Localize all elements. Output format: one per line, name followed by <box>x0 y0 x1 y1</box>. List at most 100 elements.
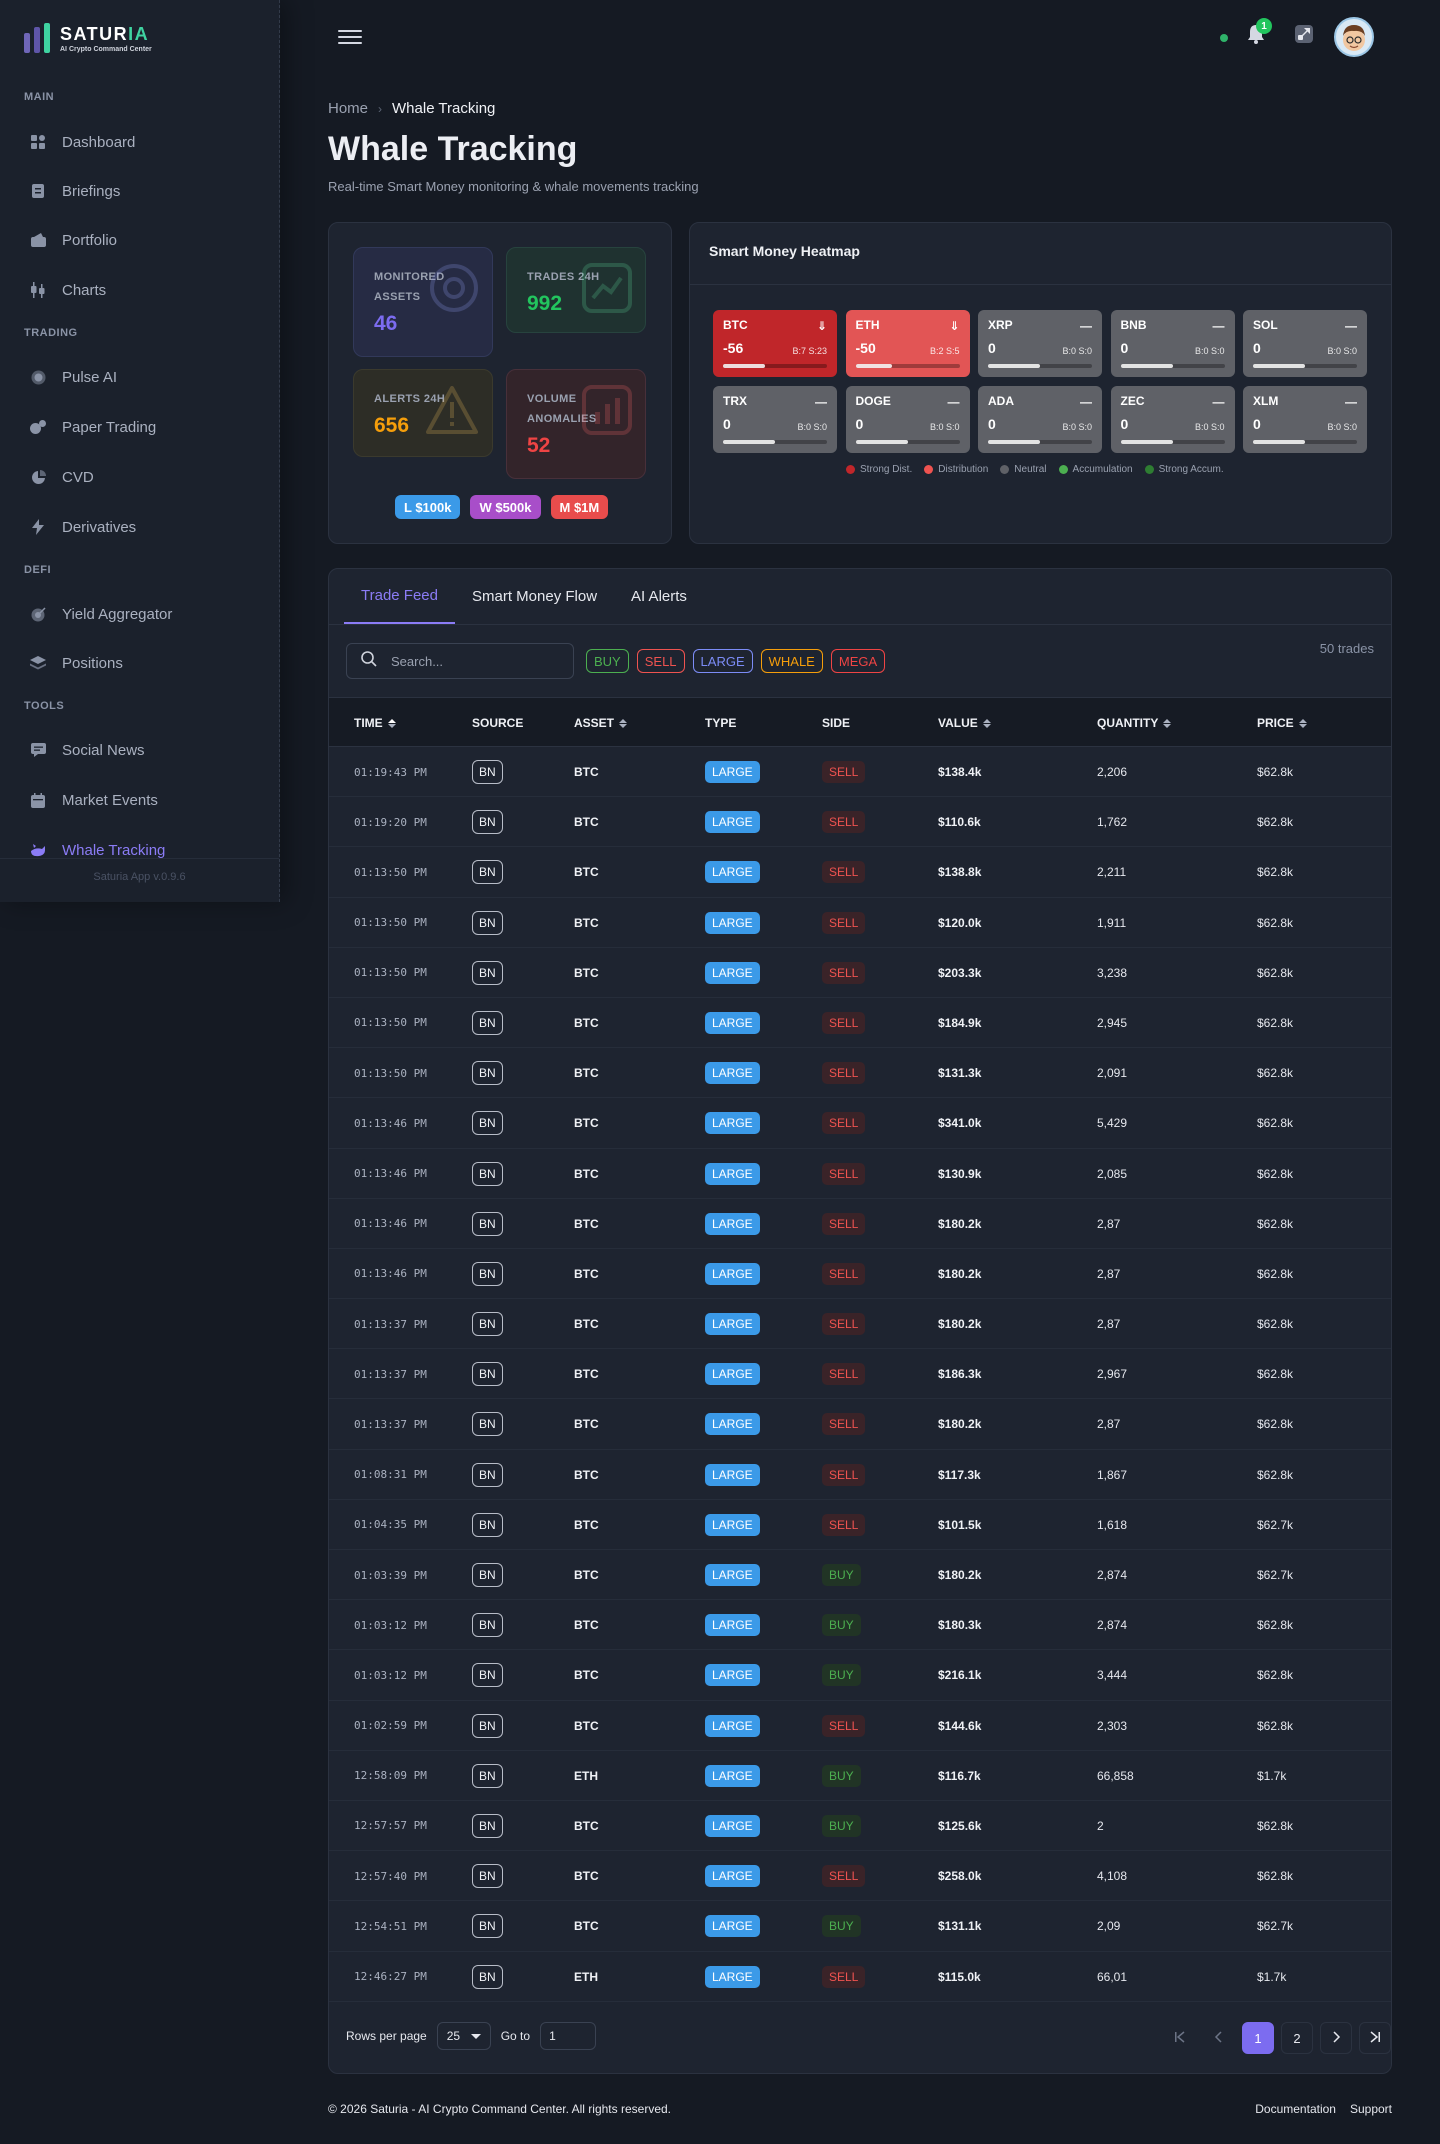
table-row[interactable]: 12:57:40 PM BN BTC LARGE SELL $258.0k 4,108 $62… <box>329 1851 1391 1902</box>
table-row[interactable]: 01:13:50 PM BN BTC LARGE SELL $131.3k 2,091 $62… <box>329 1048 1391 1099</box>
goto-page-input[interactable] <box>540 2022 597 2050</box>
sidebar-item-cvd[interactable]: CVD <box>24 459 256 495</box>
cell-quantity: 2,091 <box>1097 1066 1128 1081</box>
cell-source: BN <box>472 1701 503 1751</box>
column-header-price[interactable]: PRICE <box>1257 698 1307 748</box>
filter-chip-large[interactable]: LARGE <box>692 649 753 673</box>
table-row[interactable]: 01:13:37 PM BN BTC LARGE SELL $180.2k 2,87 $62.… <box>329 1299 1391 1350</box>
table-row[interactable]: 01:03:12 PM BN BTC LARGE BUY $216.1k 3,444 $62.… <box>329 1650 1391 1701</box>
filter-chips: BUY SELL LARGE WHALE MEGA <box>586 649 886 673</box>
table-row[interactable]: 01:03:39 PM BN BTC LARGE BUY $180.2k 2,874 $62.… <box>329 1550 1391 1601</box>
hamburger-menu-icon[interactable] <box>338 26 362 48</box>
fullscreen-button[interactable] <box>1292 24 1316 48</box>
cell-asset: BTC <box>574 765 599 779</box>
heatmap-tile-eth[interactable]: ETH ⇓ -50 B:2 S:5 <box>845 310 970 377</box>
search-input[interactable] <box>391 653 541 669</box>
sidebar-item-social-news[interactable]: Social News <box>24 732 256 768</box>
heatmap-tile-btc[interactable]: BTC ⇓ -56 B:7 S:23 <box>713 310 837 377</box>
table-row[interactable]: 01:04:35 PM BN BTC LARGE SELL $101.5k 1,618 $62… <box>329 1500 1391 1550</box>
table-row[interactable]: 01:13:50 PM BN BTC LARGE SELL $138.8k 2,211 $62… <box>329 847 1391 898</box>
type-badge: LARGE <box>705 861 760 884</box>
cell-side: SELL <box>822 1299 866 1349</box>
last-page-button[interactable] <box>1359 2022 1391 2054</box>
table-row[interactable]: 01:13:37 PM BN BTC LARGE SELL $180.2k 2,87 $62.… <box>329 1399 1391 1450</box>
filter-chip-whale[interactable]: WHALE <box>760 649 823 673</box>
table-row[interactable]: 01:13:46 PM BN BTC LARGE SELL $180.2k 2,87 $62.… <box>329 1249 1391 1300</box>
cell-type: LARGE <box>705 898 760 948</box>
table-row[interactable]: 01:13:46 PM BN BTC LARGE SELL $341.0k 5,429 $62… <box>329 1098 1391 1149</box>
documentation-link[interactable]: Documentation <box>1255 2102 1336 2116</box>
cell-source: BN <box>472 1349 503 1399</box>
sidebar-item-market-events[interactable]: Market Events <box>24 782 256 818</box>
table-row[interactable]: 01:13:50 PM BN BTC LARGE SELL $120.0k 1,911 $62… <box>329 898 1391 948</box>
cell-quantity: 3,238 <box>1097 965 1128 980</box>
heatmap-tile-zec[interactable]: ZEC — 0 B:0 S:0 <box>1110 385 1235 453</box>
table-row[interactable]: 01:19:43 PM BN BTC LARGE SELL $138.4k 2,206 $62… <box>329 747 1391 798</box>
cell-source: BN <box>472 1801 503 1851</box>
tile-score: 0 <box>1120 415 1129 432</box>
filter-chip-sell[interactable]: SELL <box>636 649 685 673</box>
user-avatar[interactable] <box>1334 17 1374 57</box>
tab-ai-alerts[interactable]: AI Alerts <box>614 568 704 624</box>
heatmap-tile-doge[interactable]: DOGE — 0 B:0 S:0 <box>845 385 970 453</box>
cell-value: $258.0k <box>938 1869 982 1884</box>
sidebar-item-briefings[interactable]: Briefings <box>24 173 256 209</box>
table-row[interactable]: 01:08:31 PM BN BTC LARGE SELL $117.3k 1,867 $62… <box>329 1450 1391 1500</box>
filter-chip-buy[interactable]: BUY <box>586 649 629 673</box>
rows-per-page-select[interactable]: 25 <box>436 2022 491 2050</box>
logo[interactable]: SATURIA AI Crypto Command Center <box>24 18 152 58</box>
heatmap-tile-bnb[interactable]: BNB — 0 B:0 S:0 <box>1110 310 1235 377</box>
sidebar-item-paper-trading[interactable]: Paper Trading <box>24 409 256 445</box>
support-link[interactable]: Support <box>1350 2102 1392 2116</box>
table-row[interactable]: 01:13:46 PM BN BTC LARGE SELL $130.9k 2,085 $62… <box>329 1149 1391 1199</box>
cell-price: $62.8k <box>1257 965 1294 980</box>
trend-up-icon <box>582 263 632 313</box>
heatmap-tile-ada[interactable]: ADA — 0 B:0 S:0 <box>978 385 1102 453</box>
heatmap-tile-xlm[interactable]: XLM — 0 B:0 S:0 <box>1243 385 1367 453</box>
breadcrumb-home-link[interactable]: Home <box>328 100 368 117</box>
page-button-1[interactable]: 1 <box>1242 2022 1274 2054</box>
tile-symbol: SOL <box>1253 318 1278 332</box>
table-row[interactable]: 12:57:57 PM BN BTC LARGE BUY $125.6k 2 $62.8k <box>329 1801 1391 1852</box>
table-row[interactable]: 01:13:37 PM BN BTC LARGE SELL $186.3k 2,967 $62… <box>329 1349 1391 1400</box>
table-row[interactable]: 12:54:51 PM BN BTC LARGE BUY $131.1k 2,09 $62.7… <box>329 1901 1391 1952</box>
table-row[interactable]: 01:13:46 PM BN BTC LARGE SELL $180.2k 2,87 $62.… <box>329 1199 1391 1249</box>
cell-value: $130.9k <box>938 1166 982 1181</box>
table-row[interactable]: 01:03:12 PM BN BTC LARGE BUY $180.3k 2,874 $62.… <box>329 1600 1391 1651</box>
tab-smart-money-flow[interactable]: Smart Money Flow <box>455 568 614 624</box>
cell-type: LARGE <box>705 1751 760 1801</box>
brand-tagline: AI Crypto Command Center <box>60 45 152 53</box>
table-row[interactable]: 01:19:20 PM BN BTC LARGE SELL $110.6k 1,762 $62… <box>329 797 1391 848</box>
cell-price: $62.8k <box>1257 1266 1294 1281</box>
column-header-asset[interactable]: ASSET <box>574 698 628 748</box>
search-box[interactable] <box>346 643 574 679</box>
tab-trade-feed[interactable]: Trade Feed <box>344 568 455 624</box>
heatmap-tile-sol[interactable]: SOL — 0 B:0 S:0 <box>1243 310 1367 377</box>
column-header-quantity[interactable]: QUANTITY <box>1097 698 1172 748</box>
page-button-2[interactable]: 2 <box>1281 2022 1313 2054</box>
heatmap-tile-xrp[interactable]: XRP — 0 B:0 S:0 <box>978 310 1102 377</box>
sidebar-item-positions[interactable]: Positions <box>24 645 256 681</box>
prev-page-button[interactable] <box>1203 2022 1235 2054</box>
sidebar-item-derivatives[interactable]: Derivatives <box>24 509 256 545</box>
tile-buy-sell: B:0 S:0 <box>1327 421 1357 432</box>
cell-value: $180.2k <box>938 1417 982 1432</box>
next-page-button[interactable] <box>1320 2022 1352 2054</box>
sidebar-item-pulse-ai[interactable]: Pulse AI <box>24 359 256 395</box>
heatmap-tile-trx[interactable]: TRX — 0 B:0 S:0 <box>713 385 837 453</box>
sidebar-item-portfolio[interactable]: Portfolio <box>24 222 256 258</box>
first-page-button[interactable] <box>1164 2022 1196 2054</box>
divider <box>689 284 1391 285</box>
column-header-value[interactable]: VALUE <box>938 698 991 748</box>
sidebar-item-yield-aggregator[interactable]: Yield Aggregator <box>24 596 256 632</box>
sidebar-item-dashboard[interactable]: Dashboard <box>24 124 256 160</box>
table-row[interactable]: 01:02:59 PM BN BTC LARGE SELL $144.6k 2,303 $62… <box>329 1701 1391 1751</box>
table-row[interactable]: 01:13:50 PM BN BTC LARGE SELL $203.3k 3,238 $62… <box>329 948 1391 998</box>
table-row[interactable]: 12:46:27 PM BN ETH LARGE SELL $115.0k 66,01 $1.… <box>329 1952 1391 2002</box>
table-row[interactable]: 01:13:50 PM BN BTC LARGE SELL $184.9k 2,945 $62… <box>329 998 1391 1049</box>
sidebar-item-charts[interactable]: Charts <box>24 272 256 308</box>
cell-time: 01:13:50 PM <box>354 1066 427 1080</box>
table-row[interactable]: 12:58:09 PM BN ETH LARGE BUY $116.7k 66,858 $1.… <box>329 1751 1391 1801</box>
column-header-time[interactable]: TIME <box>354 698 396 748</box>
filter-chip-mega[interactable]: MEGA <box>830 649 886 673</box>
